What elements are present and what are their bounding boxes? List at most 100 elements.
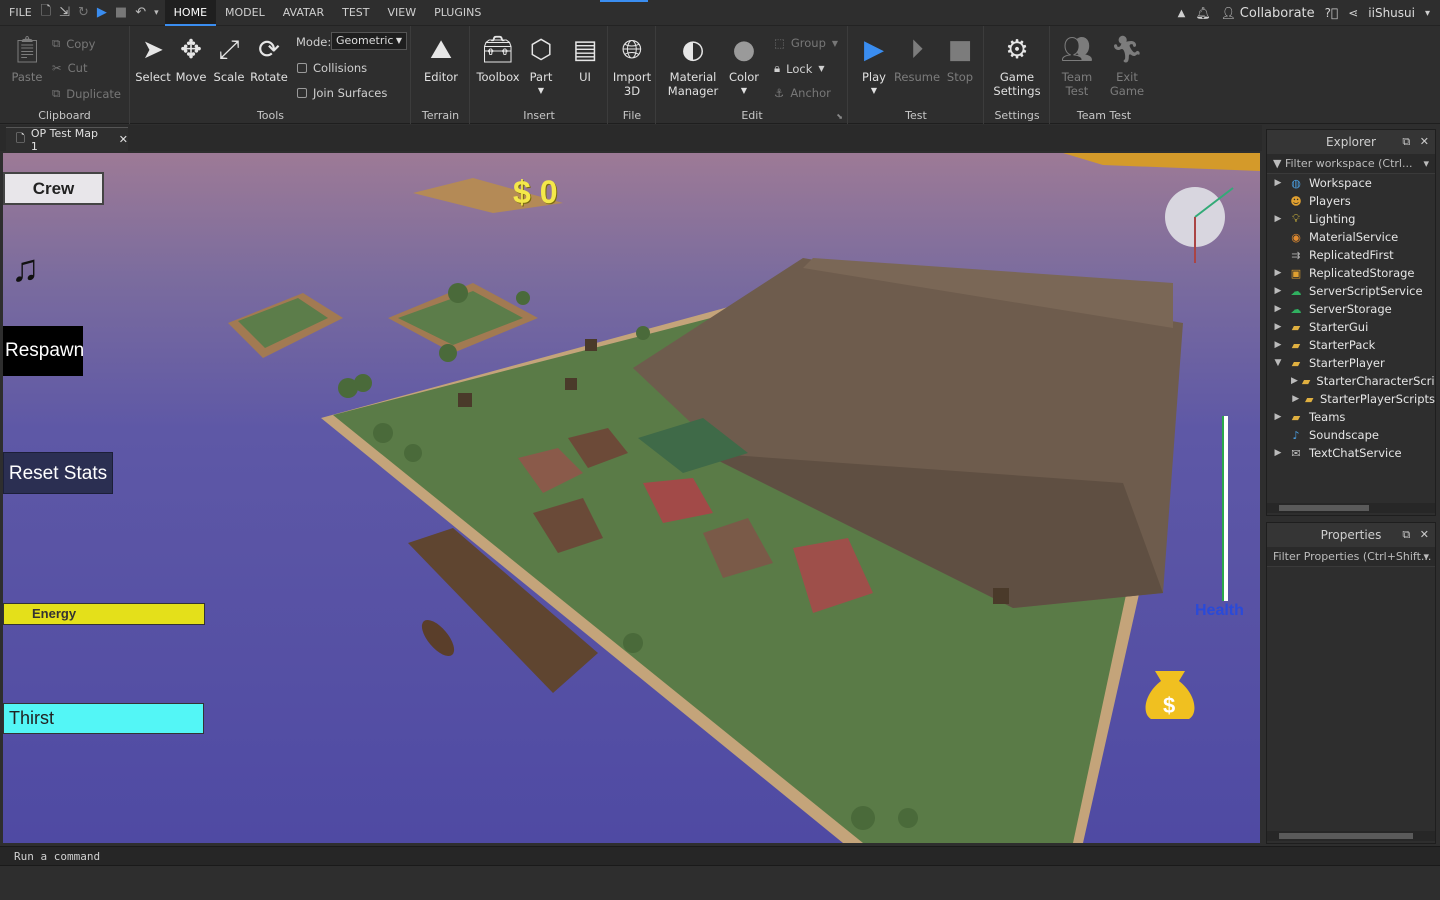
mode-dropdown[interactable]: Geometric ▼ <box>331 32 407 50</box>
part-button[interactable]: ⬡ Part ▼ <box>519 34 563 98</box>
resume-button[interactable]: ⏵ Resume <box>894 34 940 85</box>
copy-button[interactable]: ⧉ Copy <box>52 36 95 51</box>
ui-button[interactable]: ▤ UI <box>563 34 607 84</box>
undo-icon[interactable]: ↶ <box>135 5 146 20</box>
tab-plugins[interactable]: PLUGINS <box>425 0 490 26</box>
help-icon[interactable]: ?⃝ <box>1325 6 1339 20</box>
respawn-button[interactable]: Respawn <box>3 326 84 376</box>
menu-file[interactable]: FILE <box>0 0 41 26</box>
user-dropdown-icon[interactable]: ▾ <box>1425 8 1430 19</box>
explorer-horizontal-scrollbar[interactable] <box>1267 503 1435 513</box>
collapse-arrow-icon[interactable]: ▼ <box>1271 358 1285 368</box>
undock-icon[interactable]: ⧉ <box>1402 528 1410 541</box>
properties-horizontal-scrollbar[interactable] <box>1267 831 1435 841</box>
save-icon[interactable]: ⇲ <box>59 5 70 20</box>
game-settings-button[interactable]: ⚙ Game Settings <box>993 34 1040 98</box>
expand-arrow-icon[interactable]: ▶ <box>1271 304 1285 314</box>
expand-arrow-icon[interactable]: ▶ <box>1271 340 1285 350</box>
close-tab-icon[interactable]: ✕ <box>119 133 128 146</box>
terrain-editor-button[interactable]: ⛰ Editor <box>419 34 463 85</box>
cut-button[interactable]: ✂ Cut <box>52 61 87 75</box>
close-icon[interactable]: ✕ <box>1420 528 1429 541</box>
crew-button[interactable]: Crew <box>3 172 104 205</box>
undock-icon[interactable]: ⧉ <box>1402 135 1410 148</box>
properties-scroll-thumb[interactable] <box>1279 833 1413 839</box>
edit-settings-icon[interactable]: ⬊ <box>836 112 843 121</box>
collaborate-button[interactable]: 👤︎ Collaborate <box>1221 6 1315 21</box>
material-manager-button[interactable]: ◐ Material Manager <box>667 34 719 98</box>
explorer-item-serverscriptservice[interactable]: ▶ ☁ ServerScriptService <box>1267 282 1435 300</box>
explorer-item-starterplayerscripts[interactable]: ▶ ▰ StarterPlayerScripts <box>1267 390 1435 408</box>
color-dropdown-icon[interactable]: ▼ <box>741 84 747 98</box>
color-button[interactable]: ● Color ▼ <box>722 34 766 98</box>
play-button[interactable]: ▶ Play ▼ <box>852 34 896 98</box>
explorer-item-materialservice[interactable]: ◉ MaterialService <box>1267 228 1435 246</box>
import3d-button[interactable]: 🌐︎ Import 3D <box>610 34 654 99</box>
collisions-checkbox[interactable] <box>297 63 307 73</box>
share-icon[interactable]: ⋖ <box>1348 6 1358 20</box>
explorer-item-lighting[interactable]: ▶ 💡︎ Lighting <box>1267 210 1435 228</box>
explorer-item-workspace[interactable]: ▶ ◍ Workspace <box>1267 174 1435 192</box>
username[interactable]: iiShusui <box>1368 6 1415 20</box>
expand-arrow-icon[interactable]: ▶ <box>1271 448 1285 458</box>
collapse-ribbon-icon[interactable]: ▲ <box>1178 8 1186 19</box>
explorer-scroll-thumb[interactable] <box>1279 505 1369 511</box>
play-dropdown-icon[interactable]: ▼ <box>871 84 877 98</box>
play-quick-icon[interactable]: ▶ <box>97 5 107 20</box>
expand-arrow-icon[interactable]: ▶ <box>1271 412 1285 422</box>
notifications-icon[interactable]: 🔔︎ <box>1195 6 1210 20</box>
explorer-item-startercharacterscripts[interactable]: ▶▰ StarterCharacterScripts <box>1267 372 1435 390</box>
lock-button[interactable]: 🔒︎ Lock ▼ <box>774 61 825 76</box>
collisions-toggle[interactable]: Collisions <box>297 61 367 75</box>
expand-arrow-icon[interactable]: ▶ <box>1271 268 1285 278</box>
tab-test[interactable]: TEST <box>333 0 378 26</box>
tab-view[interactable]: VIEW <box>378 0 425 26</box>
tab-model[interactable]: MODEL <box>216 0 274 26</box>
filter-dropdown-icon[interactable]: ▾ <box>1423 547 1429 566</box>
command-bar[interactable]: Run a command <box>0 846 1440 866</box>
expand-arrow-icon[interactable]: ▶ <box>1291 394 1300 404</box>
document-tab[interactable]: 🗋 OP Test Map 1 ✕ <box>6 127 128 153</box>
game-viewport[interactable]: $ Crew ♫ Respawn Reset Stats Energy Thir… <box>3 153 1260 843</box>
explorer-item-replicatedfirst[interactable]: ⇉ ReplicatedFirst <box>1267 246 1435 264</box>
explorer-item-textchatservice[interactable]: ▶ ✉ TextChatService <box>1267 444 1435 462</box>
toolbox-button[interactable]: 🧰︎ Toolbox <box>476 34 520 84</box>
properties-filter-input[interactable]: Filter Properties (Ctrl+Shift... ▾ <box>1267 547 1435 567</box>
join-surfaces-toggle[interactable]: Join Surfaces <box>297 86 387 100</box>
expand-arrow-icon[interactable]: ▶ <box>1271 322 1285 332</box>
redo-icon[interactable]: ↻ <box>78 5 89 20</box>
part-dropdown-icon[interactable]: ▼ <box>538 84 544 98</box>
explorer-item-serverstorage[interactable]: ▶ ☁ ServerStorage <box>1267 300 1435 318</box>
filter-dropdown-icon[interactable]: ▾ <box>1423 154 1429 173</box>
command-input[interactable]: Run a command <box>0 847 1440 867</box>
customize-dropdown-icon[interactable]: ▾ <box>154 8 159 18</box>
expand-arrow-icon[interactable]: ▶ <box>1271 286 1285 296</box>
expand-arrow-icon[interactable]: ▶ <box>1291 376 1298 386</box>
explorer-item-startergui[interactable]: ▶ ▰ StarterGui <box>1267 318 1435 336</box>
tab-home[interactable]: HOME <box>164 0 217 26</box>
scale-button[interactable]: ⤢ Scale <box>207 34 251 85</box>
team-test-button[interactable]: 👥︎ Team Test <box>1055 34 1099 98</box>
new-file-icon[interactable]: 🗋 <box>41 2 51 24</box>
expand-arrow-icon[interactable]: ▶ <box>1271 178 1285 188</box>
explorer-item-starterplayer[interactable]: ▼ ▰ StarterPlayer <box>1267 354 1435 372</box>
stop-button[interactable]: ■ Stop <box>938 34 982 84</box>
paste-button[interactable]: 📋︎ Paste <box>5 34 49 84</box>
reset-stats-button[interactable]: Reset Stats <box>3 452 113 494</box>
explorer-item-players[interactable]: ☻ Players <box>1267 192 1435 210</box>
duplicate-button[interactable]: ⧉ Duplicate <box>52 86 121 101</box>
stop-quick-icon[interactable]: ■ <box>115 5 127 20</box>
explorer-item-soundscape[interactable]: ♪ Soundscape <box>1267 426 1435 444</box>
explorer-item-teams[interactable]: ▶ ▰ Teams <box>1267 408 1435 426</box>
explorer-item-starterpack[interactable]: ▶ ▰ StarterPack <box>1267 336 1435 354</box>
tab-avatar[interactable]: AVATAR <box>274 0 333 26</box>
join-surfaces-checkbox[interactable] <box>297 88 307 98</box>
anchor-button[interactable]: ⚓︎ Anchor <box>774 86 831 100</box>
music-note-icon[interactable]: ♫ <box>11 248 40 291</box>
expand-arrow-icon[interactable]: ▶ <box>1271 214 1285 224</box>
rotate-button[interactable]: ⟳ Rotate <box>247 34 291 84</box>
close-icon[interactable]: ✕ <box>1420 135 1429 148</box>
explorer-item-replicatedstorage[interactable]: ▶ ▣ ReplicatedStorage <box>1267 264 1435 282</box>
group-button[interactable]: ⬚ Group ▼ <box>774 36 838 50</box>
exit-game-button[interactable]: 🏃︎ Exit Game <box>1105 34 1149 98</box>
